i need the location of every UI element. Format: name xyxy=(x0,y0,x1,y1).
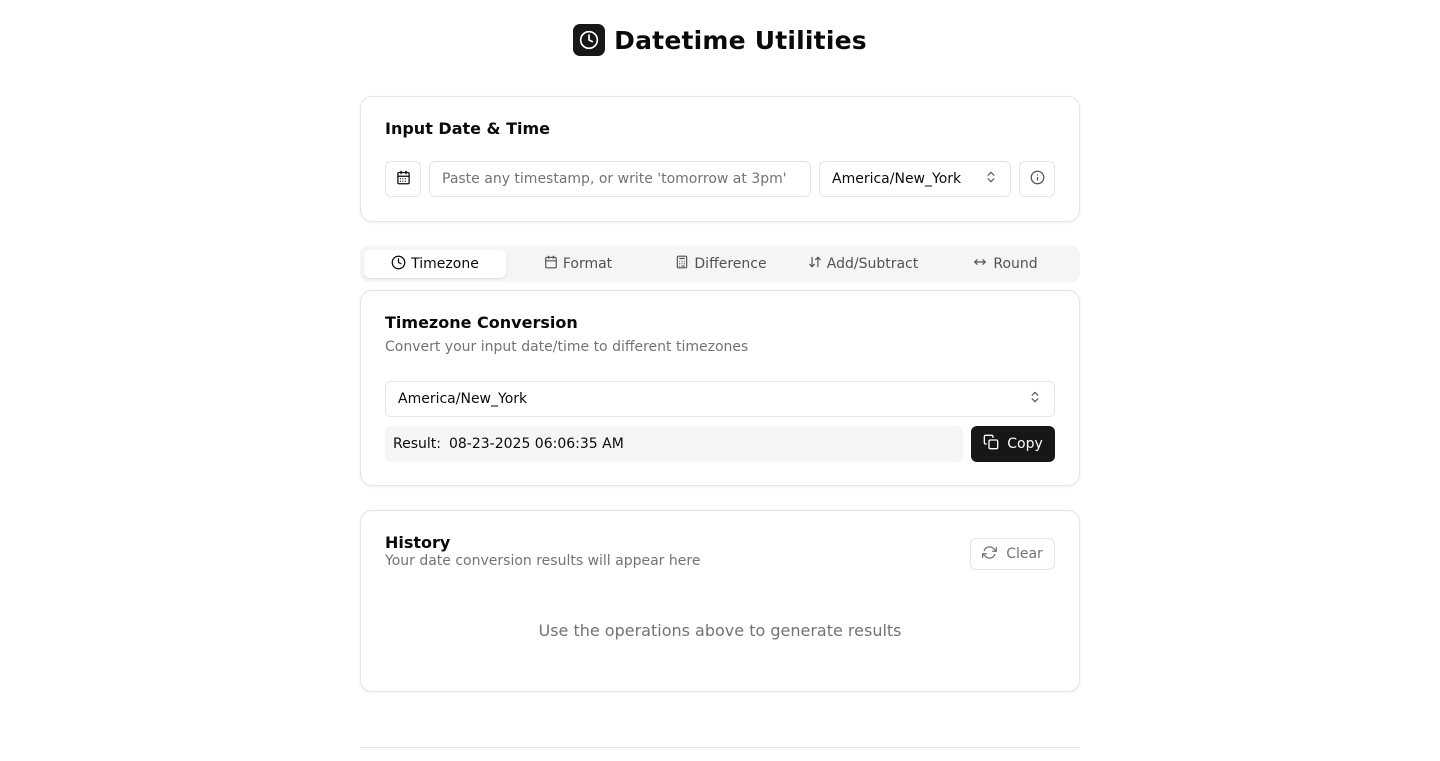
history-card: History Your date conversion results wil… xyxy=(360,510,1080,692)
arrow-up-down-icon xyxy=(808,255,822,273)
calendar-picker-button[interactable] xyxy=(385,161,421,197)
tab-label: Difference xyxy=(694,256,767,272)
result-display: Result: 08-23-2025 06:06:35 AM xyxy=(385,426,963,462)
clear-history-button[interactable]: Clear xyxy=(970,538,1055,570)
copy-icon xyxy=(983,434,999,454)
timezone-card-description: Convert your input date/time to differen… xyxy=(385,339,749,355)
tab-timezone[interactable]: Timezone xyxy=(364,250,506,278)
tab-label: Timezone xyxy=(411,256,479,272)
copy-button[interactable]: Copy xyxy=(971,426,1055,462)
chevrons-up-down-icon xyxy=(984,170,998,188)
input-timezone-select[interactable]: America/New_York xyxy=(819,161,1011,197)
result-value: 08-23-2025 06:06:35 AM xyxy=(448,436,624,452)
refresh-icon xyxy=(982,545,998,564)
app-header: Datetime Utilities xyxy=(0,24,1440,56)
input-card: Input Date & Time America/New_York xyxy=(360,96,1080,222)
result-label: Result: xyxy=(393,436,441,452)
timezone-conversion-card: Timezone Conversion Convert your input d… xyxy=(360,290,1080,486)
tab-difference[interactable]: Difference xyxy=(650,250,792,278)
target-timezone-value: America/New_York xyxy=(398,391,528,407)
calendar-icon xyxy=(544,255,558,273)
info-button[interactable] xyxy=(1019,161,1055,197)
calendar-icon xyxy=(396,170,411,189)
operations-tabs: Timezone Format Difference Add/Subtract … xyxy=(360,246,1080,282)
target-timezone-select[interactable]: America/New_York xyxy=(385,381,1055,417)
tab-add-subtract[interactable]: Add/Subtract xyxy=(792,250,934,278)
input-card-title: Input Date & Time xyxy=(385,119,550,138)
input-timezone-value: America/New_York xyxy=(832,171,962,187)
copy-label: Copy xyxy=(1007,436,1043,452)
tab-format[interactable]: Format xyxy=(507,250,649,278)
history-title: History xyxy=(385,533,451,552)
footer-divider xyxy=(360,747,1080,748)
timezone-card-title: Timezone Conversion xyxy=(385,313,578,332)
tab-round[interactable]: Round xyxy=(934,250,1076,278)
arrow-left-right-icon xyxy=(972,255,988,273)
calculator-icon xyxy=(675,255,689,273)
chevrons-up-down-icon xyxy=(1028,390,1042,408)
datetime-input[interactable] xyxy=(429,161,811,197)
clock-icon xyxy=(391,255,406,274)
clock-icon xyxy=(573,24,606,56)
history-description: Your date conversion results will appear… xyxy=(385,553,701,569)
tab-label: Add/Subtract xyxy=(826,256,919,272)
history-empty-message: Use the operations above to generate res… xyxy=(538,621,902,640)
info-icon xyxy=(1030,170,1045,189)
clear-label: Clear xyxy=(1006,546,1043,562)
tab-label: Round xyxy=(993,256,1038,272)
tab-label: Format xyxy=(562,256,613,272)
app-title: Datetime Utilities xyxy=(614,25,867,55)
